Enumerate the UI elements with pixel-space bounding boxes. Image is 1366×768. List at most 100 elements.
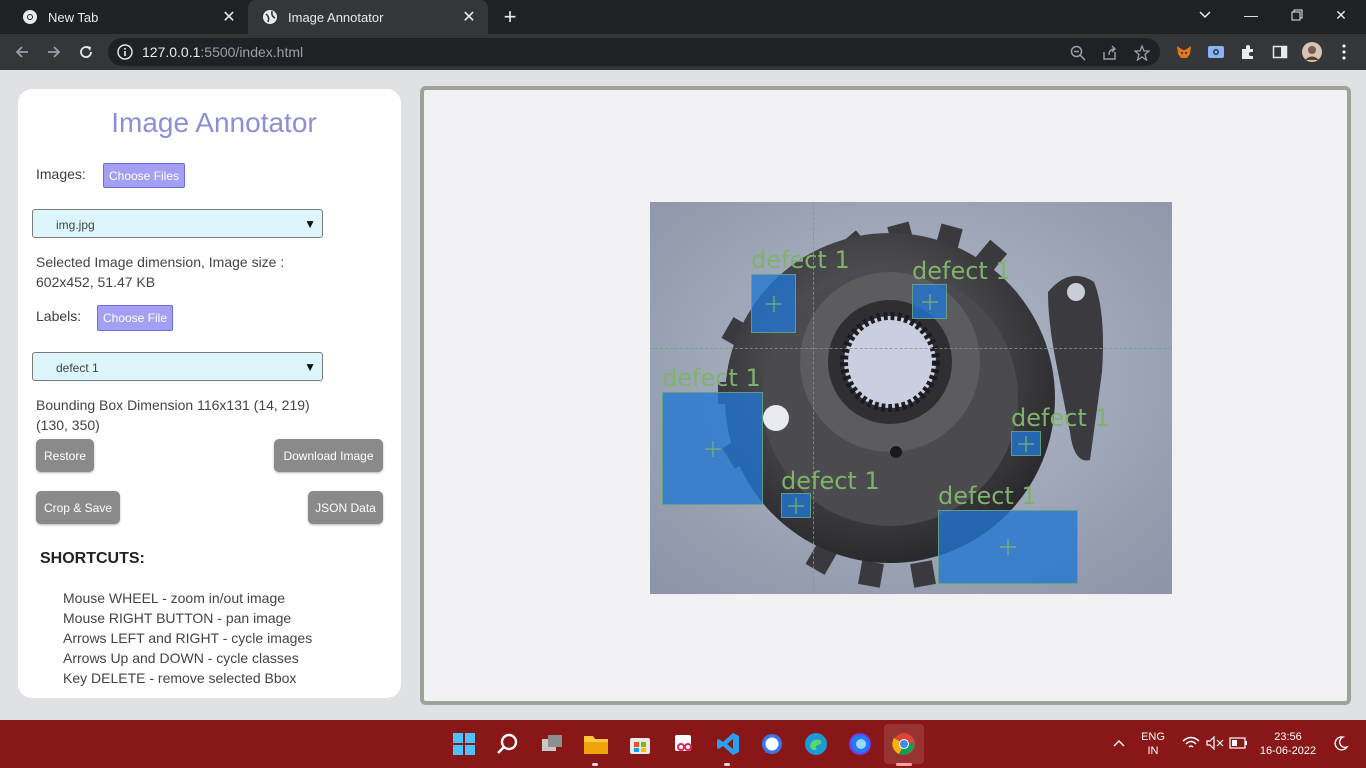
focus-assist-moon-icon[interactable]	[1330, 732, 1352, 754]
choose-label-file-button[interactable]: Choose File	[97, 305, 173, 331]
site-info-icon[interactable]	[116, 43, 134, 61]
bbox-label: defect 1	[912, 257, 1011, 285]
image-select-value: img.jpg	[56, 218, 95, 232]
show-hidden-icons-icon[interactable]	[1108, 732, 1130, 754]
dropdown-arrow-icon: ▼	[304, 360, 316, 374]
app-running-indicator	[592, 763, 598, 766]
browser-tab-strip: New Tab ✕ Image Annotator ✕ + — ✕	[0, 0, 1366, 34]
label-select[interactable]: defect 1 ▼	[32, 352, 323, 381]
chrome-icon	[22, 9, 38, 25]
forward-icon[interactable]	[42, 40, 66, 64]
bbox-dimension-text: Bounding Box Dimension 116x131 (14, 219)	[36, 397, 310, 413]
chrome-icon[interactable]	[890, 730, 918, 758]
microsoft-store-icon[interactable]	[626, 730, 654, 758]
zoom-icon[interactable]	[1068, 43, 1088, 63]
bbox-label: defect 1	[662, 364, 761, 392]
back-icon[interactable]	[10, 40, 34, 64]
bbox-label: defect 1	[781, 467, 880, 495]
annotated-image[interactable]: defect 1 defect 1 defect 1 defect 1 defe…	[650, 202, 1172, 594]
bbox-label: defect 1	[751, 246, 850, 274]
screen-extension-icon[interactable]	[1206, 42, 1226, 62]
minimize-button[interactable]: —	[1228, 0, 1274, 30]
battery-icon[interactable]	[1228, 732, 1250, 754]
crosshair-icon	[1018, 435, 1034, 452]
crosshair-icon	[765, 295, 782, 312]
crosshair-icon	[788, 497, 804, 514]
browser-toolbar: 127.0.0.1:5500/index.html	[0, 34, 1366, 70]
labels-label: Labels:	[36, 308, 82, 324]
image-dimension-text: Selected Image dimension, Image size :	[36, 254, 285, 270]
profile-avatar[interactable]	[1302, 42, 1322, 62]
bounding-box[interactable]	[751, 274, 796, 333]
region-code: IN	[1147, 745, 1159, 757]
new-tab-button[interactable]: +	[498, 4, 522, 29]
clock-time: 23:56	[1274, 731, 1302, 743]
bounding-box[interactable]	[781, 493, 811, 518]
control-panel: Image Annotator Images: Choose Files img…	[18, 89, 401, 698]
tab-title: Image Annotator	[288, 9, 384, 25]
language-code: ENG	[1141, 731, 1165, 743]
json-data-button[interactable]: JSON Data	[308, 491, 383, 524]
image-size-text: 602x452, 51.47 KB	[36, 274, 156, 290]
bookmark-star-icon[interactable]	[1132, 43, 1152, 63]
firefox-icon[interactable]	[846, 730, 874, 758]
bounding-box[interactable]	[662, 392, 763, 505]
snipping-tool-icon[interactable]	[670, 730, 698, 758]
windows-start-icon[interactable]	[450, 730, 478, 758]
shortcut-item: Arrows Up and DOWN - cycle classes	[63, 650, 299, 666]
images-label: Images:	[36, 166, 86, 182]
tab-image-annotator[interactable]: Image Annotator ✕	[248, 0, 488, 34]
url-text: 127.0.0.1:5500/index.html	[142, 44, 304, 60]
share-icon[interactable]	[1100, 43, 1120, 63]
language-indicator[interactable]: ENG IN	[1138, 730, 1168, 758]
restore-window-button[interactable]	[1274, 0, 1320, 30]
metamask-icon[interactable]	[1174, 42, 1194, 62]
task-view-icon[interactable]	[538, 730, 566, 758]
bbox-label: defect 1	[1011, 404, 1110, 432]
file-explorer-icon[interactable]	[582, 730, 610, 758]
close-tab-icon[interactable]: ✕	[460, 8, 478, 26]
edge-icon[interactable]	[802, 730, 830, 758]
restore-button[interactable]: Restore	[36, 439, 94, 472]
bounding-box[interactable]	[1011, 431, 1041, 456]
reload-icon[interactable]	[74, 40, 98, 64]
shortcut-item: Mouse WHEEL - zoom in/out image	[63, 590, 286, 606]
label-select-value: defect 1	[56, 361, 99, 375]
dropdown-arrow-icon: ▼	[304, 217, 316, 231]
wifi-icon[interactable]	[1180, 732, 1202, 754]
clock-date: 16-06-2022	[1259, 745, 1317, 757]
crosshair-icon	[704, 440, 721, 457]
shortcut-item: Arrows LEFT and RIGHT - cycle images	[63, 630, 313, 646]
download-image-button[interactable]: Download Image	[274, 439, 383, 472]
side-panel-icon[interactable]	[1270, 42, 1290, 62]
crosshair-icon	[921, 293, 938, 310]
annotation-canvas[interactable]: defect 1 defect 1 defect 1 defect 1 defe…	[420, 86, 1351, 705]
close-window-button[interactable]: ✕	[1318, 0, 1364, 30]
extensions-puzzle-icon[interactable]	[1238, 42, 1258, 62]
image-select[interactable]: img.jpg ▼	[32, 209, 323, 238]
shortcut-item: Mouse RIGHT BUTTON - pan image	[63, 610, 292, 626]
globe-icon	[262, 9, 278, 25]
windows-taskbar: ENG IN 23:56 16-06-2022	[0, 720, 1366, 768]
crop-save-button[interactable]: Crop & Save	[36, 491, 120, 524]
vscode-icon[interactable]	[714, 730, 742, 758]
tab-new-tab[interactable]: New Tab ✕	[8, 0, 248, 34]
signal-icon[interactable]	[758, 730, 786, 758]
bbox-coords-text: (130, 350)	[36, 417, 100, 433]
search-icon[interactable]	[494, 730, 522, 758]
crosshair-horizontal-guide	[650, 348, 1172, 349]
app-active-indicator	[896, 763, 912, 766]
volume-muted-icon[interactable]	[1204, 732, 1226, 754]
bounding-box[interactable]	[938, 510, 1078, 584]
page-content: Image Annotator Images: Choose Files img…	[0, 70, 1366, 720]
choose-images-button[interactable]: Choose Files	[103, 163, 185, 188]
app-running-indicator	[724, 763, 730, 766]
bounding-box[interactable]	[912, 284, 947, 319]
close-tab-icon[interactable]: ✕	[220, 8, 238, 26]
address-bar[interactable]: 127.0.0.1:5500/index.html	[108, 38, 1160, 66]
bbox-label: defect 1	[938, 482, 1037, 510]
tab-search-icon[interactable]	[1182, 0, 1228, 30]
shortcuts-heading: SHORTCUTS:	[40, 550, 145, 567]
clock[interactable]: 23:56 16-06-2022	[1256, 730, 1320, 758]
chrome-menu-icon[interactable]	[1334, 42, 1354, 62]
